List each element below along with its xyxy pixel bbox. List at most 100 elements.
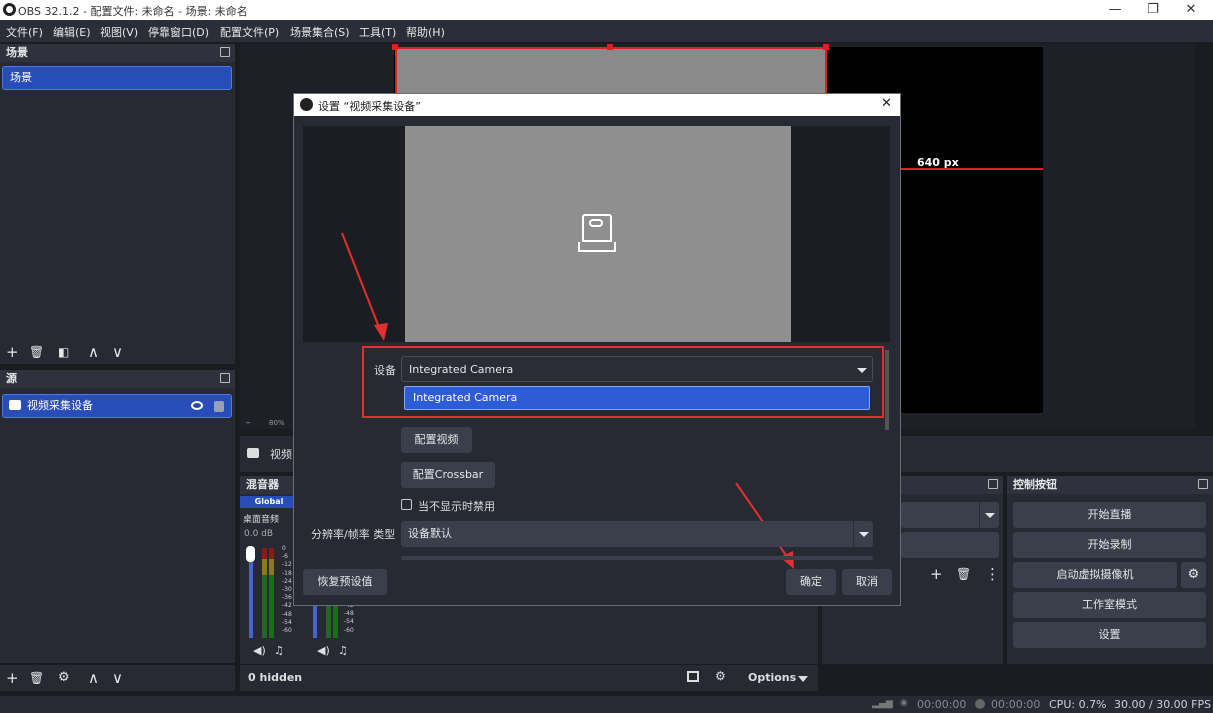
scene-item[interactable]: 场景: [2, 66, 232, 90]
float-icon[interactable]: [220, 373, 230, 383]
menu-tools[interactable]: 工具(T): [359, 24, 396, 40]
virtual-camera-settings-button[interactable]: ⚙: [1181, 562, 1206, 588]
speaker-icon[interactable]: ◀): [253, 644, 266, 657]
zoom-level: 80%: [269, 419, 285, 427]
volume-slider-handle[interactable]: [246, 546, 255, 562]
meter-scale: 0 -6 -12 -18 -24 -30 -36 -42 -48 -54 -60: [282, 545, 292, 635]
menu-file[interactable]: 文件(F): [6, 24, 43, 40]
float-icon[interactable]: [1198, 479, 1208, 489]
resize-handle[interactable]: [607, 44, 613, 50]
hidden-count: 0 hidden: [248, 671, 303, 684]
layout-icon[interactable]: [687, 671, 699, 682]
channel-db: 0.0 dB: [244, 529, 274, 539]
obs-logo-icon: [3, 3, 16, 16]
resolution-select[interactable]: 设备默认: [401, 521, 873, 547]
duration-spinbox[interactable]: [901, 532, 999, 558]
add-transition-icon[interactable]: +: [930, 566, 943, 582]
menu-edit[interactable]: 编辑(E): [53, 24, 91, 40]
speaker-icon[interactable]: ◀): [317, 644, 330, 657]
move-down-icon[interactable]: ∨: [112, 670, 123, 686]
scene-filter-icon[interactable]: ◧: [58, 344, 69, 360]
resize-handle[interactable]: [823, 44, 829, 50]
gear-icon[interactable]: ⚙: [58, 670, 70, 686]
window-titlebar: OBS 32.1.2 - 配置文件: 未命名 - 场景: 未命名 — ❐ ✕: [0, 0, 1213, 20]
start-streaming-button[interactable]: 开始直播: [1013, 502, 1206, 528]
trash-icon[interactable]: 🗑: [29, 670, 44, 686]
properties-dialog: 设置 “视频采集设备” ✕ 设备 Integrated Camera Integ…: [293, 93, 901, 606]
camera-preview: [405, 126, 791, 342]
move-down-icon[interactable]: ∨: [112, 344, 123, 360]
options-dropdown-icon[interactable]: [798, 676, 808, 682]
add-icon[interactable]: +: [6, 670, 19, 686]
options-button[interactable]: Options: [748, 671, 796, 684]
level-meter: [333, 604, 338, 638]
start-recording-button[interactable]: 开始录制: [1013, 532, 1206, 558]
configure-video-button[interactable]: 配置视频: [401, 427, 472, 453]
annotation-arrow: [341, 232, 388, 341]
headphones-icon[interactable]: ♫: [338, 644, 348, 657]
advanced-audio-icon[interactable]: ⚙: [715, 669, 726, 683]
global-badge: Global: [240, 496, 298, 508]
gear-icon: ⚙: [1187, 567, 1200, 582]
window-title: OBS 32.1.2 - 配置文件: 未命名 - 场景: 未命名: [18, 5, 248, 18]
dialog-close-button[interactable]: ✕: [881, 96, 892, 111]
context-source-name: 视频: [270, 448, 292, 461]
settings-button[interactable]: 设置: [1013, 622, 1206, 648]
cancel-button[interactable]: 取消: [842, 569, 892, 595]
zoom-minus[interactable]: –: [246, 418, 251, 428]
dialog-title: 设置 “视频采集设备”: [318, 100, 421, 113]
controls-dock: 控制按钮 开始直播 开始录制 启动虚拟摄像机 ⚙ 工作室模式 设置: [1007, 476, 1213, 664]
camera-icon: [9, 400, 21, 410]
close-button[interactable]: ✕: [1176, 1, 1206, 19]
reset-defaults-button[interactable]: 恢复预设值: [303, 569, 387, 595]
camera-source-bounds[interactable]: [395, 47, 827, 97]
ok-button[interactable]: 确定: [786, 569, 836, 595]
studio-mode-button[interactable]: 工作室模式: [1013, 592, 1206, 618]
controls-header: 控制按钮: [1007, 476, 1213, 494]
headphones-icon[interactable]: ♫: [274, 644, 284, 657]
float-icon[interactable]: [988, 479, 998, 489]
record-icon: [975, 699, 985, 709]
stream-icon: ◉: [900, 698, 908, 708]
more-options-icon[interactable]: ⋮: [985, 566, 1000, 582]
cpu-usage: CPU: 0.7%: [1049, 698, 1107, 711]
configure-crossbar-button[interactable]: 配置Crossbar: [401, 462, 495, 488]
rec-time: 00:00:00: [991, 698, 1041, 711]
menu-help[interactable]: 帮助(H): [406, 24, 445, 40]
network-icon: ▂▄▆: [872, 699, 893, 709]
eye-icon[interactable]: [191, 401, 203, 410]
move-up-icon[interactable]: ∧: [88, 670, 99, 686]
disable-when-hidden-checkbox[interactable]: [401, 499, 412, 510]
source-item[interactable]: 视频采集设备: [2, 394, 232, 418]
menu-docks[interactable]: 停靠窗口(D): [148, 24, 209, 40]
mixer-toolbar: 0 hidden ⚙ Options: [240, 665, 818, 691]
minimize-button[interactable]: —: [1100, 1, 1130, 19]
volume-slider-track[interactable]: [313, 604, 317, 638]
level-meter: [262, 548, 267, 638]
menu-scene-collection[interactable]: 场景集合(S): [290, 24, 350, 40]
move-up-icon[interactable]: ∧: [88, 344, 99, 360]
scrollbar[interactable]: [885, 350, 889, 430]
sources-dock: 源 视频采集设备 + 🗑 ⚙ ∧ ∨: [0, 370, 235, 682]
resize-handle[interactable]: [392, 44, 398, 50]
maximize-button[interactable]: ❐: [1138, 1, 1168, 19]
size-guide-label: 640 px: [917, 156, 959, 169]
scenes-dock: 场景 场景 + 🗑 ◧ ∧ ∨: [0, 44, 235, 364]
level-meter: [269, 548, 274, 638]
float-icon[interactable]: [220, 47, 230, 57]
menu-view[interactable]: 视图(V): [100, 24, 138, 40]
remove-transition-icon[interactable]: 🗑: [956, 566, 971, 582]
menu-profile[interactable]: 配置文件(P): [220, 24, 279, 40]
highlight-box: [362, 346, 884, 418]
camera-icon: [247, 448, 259, 458]
webcam-icon: [578, 214, 618, 256]
remove-scene-icon[interactable]: 🗑: [29, 344, 44, 360]
dialog-titlebar: 设置 “视频采集设备” ✕: [294, 94, 900, 116]
lock-icon[interactable]: [214, 401, 224, 412]
transition-select[interactable]: [901, 502, 999, 528]
source-label: 视频采集设备: [27, 399, 93, 412]
add-scene-icon[interactable]: +: [6, 344, 19, 360]
fps-readout: 30.00 / 30.00 FPS: [1114, 698, 1212, 711]
stream-time: 00:00:00: [917, 698, 967, 711]
start-virtual-camera-button[interactable]: 启动虚拟摄像机: [1013, 562, 1177, 588]
